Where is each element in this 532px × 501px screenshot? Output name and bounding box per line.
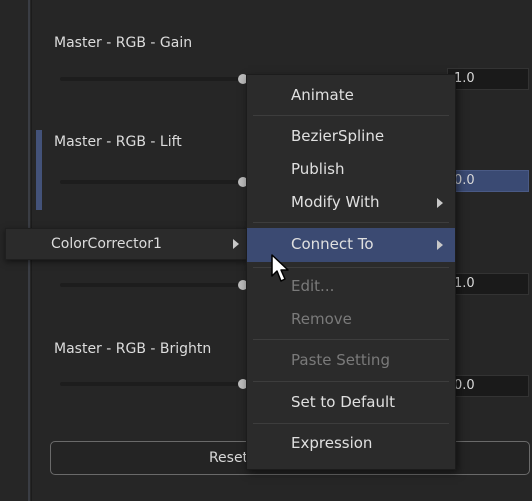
menu-item-set-to-default-label: Set to Default — [291, 393, 396, 411]
menu-item-paste-setting: Paste Setting — [247, 345, 455, 377]
menu-item-paste-setting-label: Paste Setting — [291, 351, 390, 369]
menu-item-colorcorrector1[interactable]: ColorCorrector1 — [5, 228, 249, 260]
param-lift-label: Master - RGB - Lift — [54, 134, 182, 150]
submenu-arrow-icon — [437, 198, 443, 208]
menu-item-edit-label: Edit... — [291, 277, 335, 295]
param-lift-slider[interactable] — [60, 180, 246, 184]
menu-item-publish-label: Publish — [291, 160, 345, 178]
menu-item-expression-label: Expression — [291, 434, 373, 452]
param-brightness-label: Master - RGB - Brightn — [54, 341, 212, 357]
param-lift-value[interactable]: 0.0 — [447, 170, 529, 192]
param-3-slider[interactable] — [60, 283, 246, 287]
menu-item-expression[interactable]: Expression — [247, 428, 455, 460]
menu-item-bezierspline[interactable]: BezierSpline — [247, 121, 455, 153]
param-brightness-slider[interactable] — [60, 382, 246, 386]
menu-item-colorcorrector1-label: ColorCorrector1 — [51, 236, 162, 252]
menu-item-remove-label: Remove — [291, 310, 352, 328]
menu-item-publish[interactable]: Publish — [247, 154, 455, 186]
param-brightness-value[interactable]: 0.0 — [447, 375, 529, 397]
menu-item-animate[interactable]: Animate — [247, 80, 455, 112]
menu-item-modify-with[interactable]: Modify With — [247, 187, 455, 219]
submenu-arrow-icon — [233, 239, 239, 249]
param-gain-value[interactable]: 1.0 — [447, 68, 529, 90]
mouse-pointer-icon — [271, 254, 289, 282]
menu-separator — [253, 115, 449, 116]
menu-separator — [253, 339, 449, 340]
menu-item-set-to-default[interactable]: Set to Default — [247, 387, 455, 419]
menu-separator — [253, 381, 449, 382]
param-gain-label: Master - RGB - Gain — [54, 35, 193, 51]
menu-separator — [253, 222, 449, 223]
menu-item-bezierspline-label: BezierSpline — [291, 127, 385, 145]
menu-item-connect-to-label: Connect To — [291, 235, 374, 253]
active-param-marker — [36, 130, 42, 210]
menu-item-remove: Remove — [247, 304, 455, 336]
param-gain-slider[interactable] — [60, 77, 246, 81]
menu-item-animate-label: Animate — [291, 86, 354, 104]
menu-separator — [253, 423, 449, 424]
param-3-value[interactable]: 1.0 — [447, 273, 529, 295]
submenu-arrow-icon — [437, 240, 443, 250]
menu-item-modify-with-label: Modify With — [291, 193, 380, 211]
